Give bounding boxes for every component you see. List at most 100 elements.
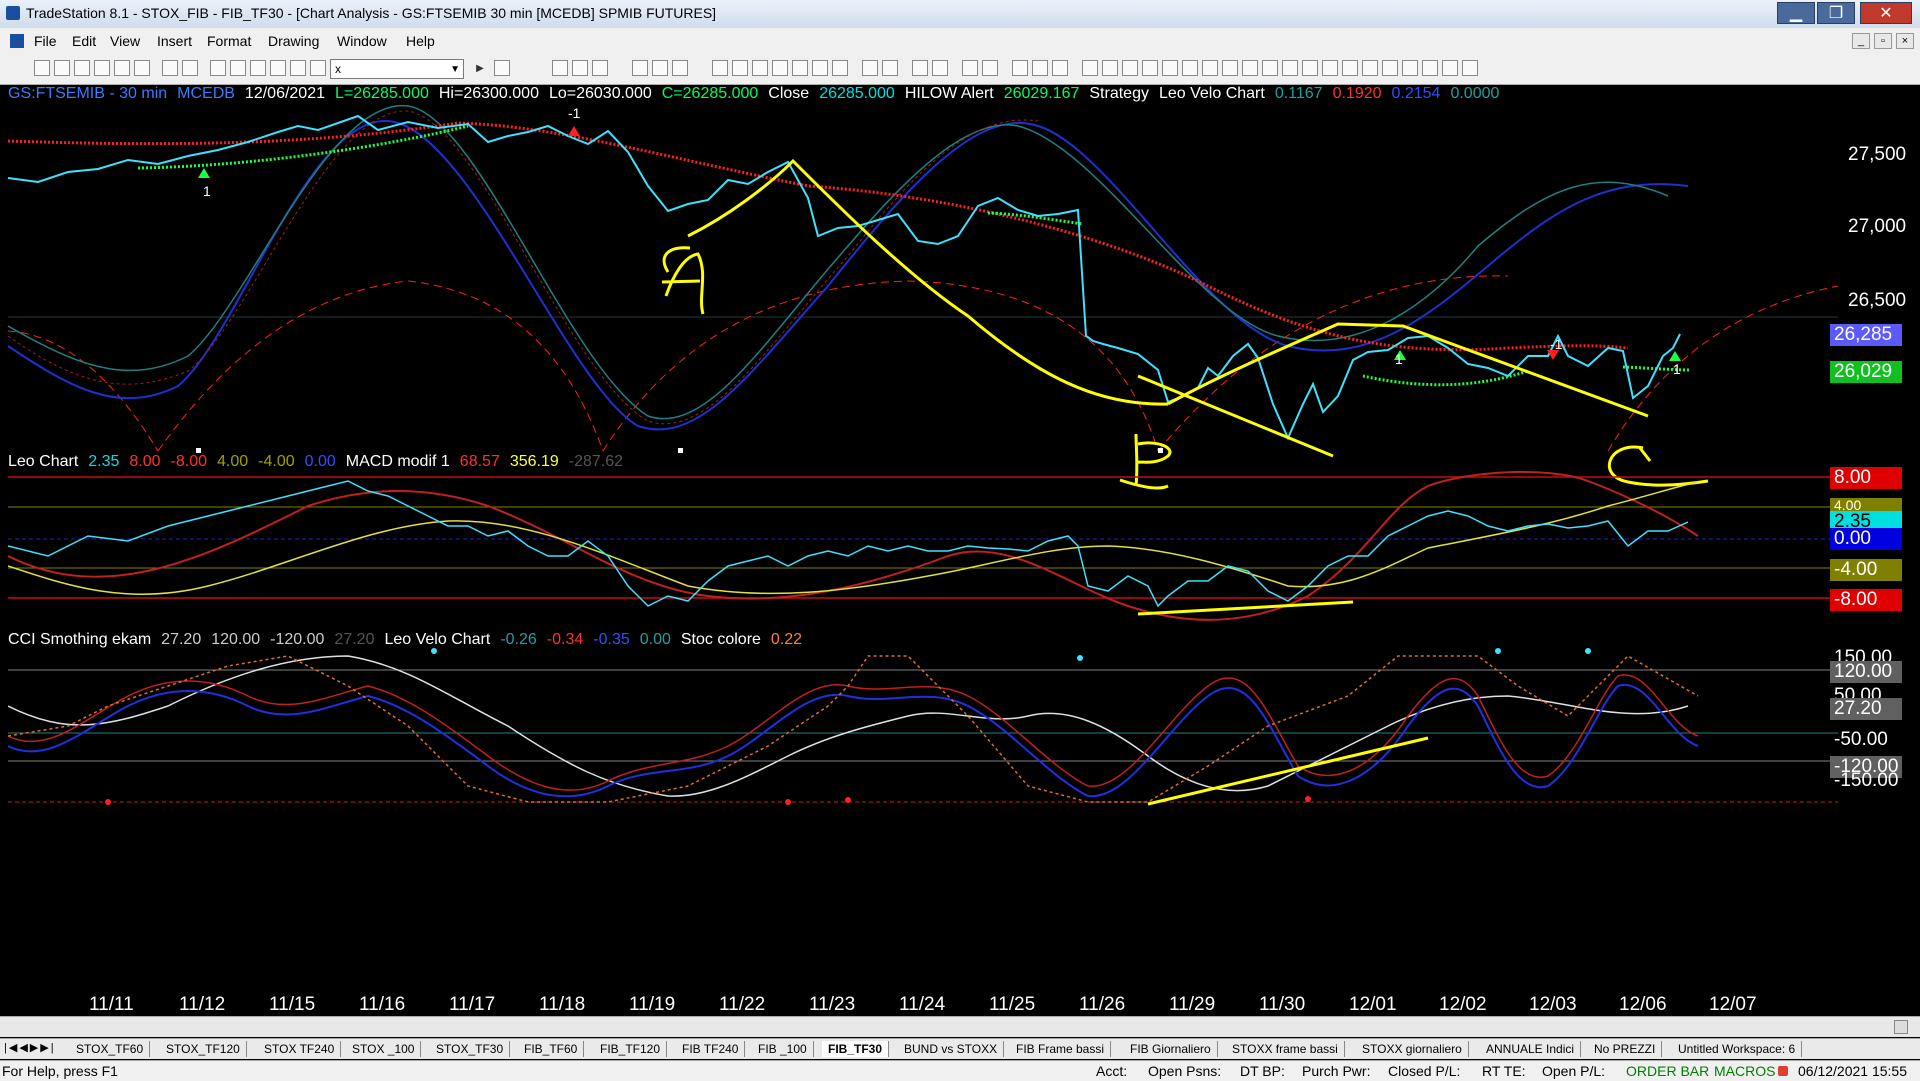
scroll-right-icon[interactable] (882, 60, 898, 76)
go-arrow-icon[interactable]: ▶ (472, 60, 488, 76)
menu-edit[interactable]: Edit (72, 33, 96, 49)
fan-icon[interactable] (1282, 60, 1298, 76)
chart-window-icon[interactable] (10, 34, 24, 48)
tab-fib-tf60[interactable]: FIB_TF60 (518, 1041, 585, 1057)
link-icon[interactable] (270, 60, 286, 76)
chart-icon[interactable] (310, 60, 326, 76)
line-chart-icon[interactable] (572, 60, 588, 76)
bar-spacing-icon[interactable] (862, 60, 878, 76)
save-workspace-icon[interactable] (114, 60, 130, 76)
key-icon[interactable] (250, 60, 266, 76)
channel-icon[interactable] (1162, 60, 1178, 76)
maximize-button[interactable]: ❐ (1817, 2, 1855, 24)
tab-stox-tf240[interactable]: STOX TF240 (258, 1041, 342, 1057)
menu-view[interactable]: View (110, 33, 140, 49)
strategy-icon[interactable] (652, 60, 668, 76)
tab-fib-giornaliero[interactable]: FIB Giornaliero (1124, 1041, 1218, 1057)
horizontal-line-icon[interactable] (1122, 60, 1138, 76)
close-button[interactable]: ✕ (1860, 2, 1912, 24)
tab-fib-frame-bassi[interactable]: FIB Frame bassi (1010, 1041, 1112, 1057)
macros-toggle[interactable]: MACROS (1714, 1063, 1775, 1079)
new-icon[interactable] (34, 60, 50, 76)
tab-stox-tf120[interactable]: STOX_TF120 (160, 1041, 247, 1057)
globe-icon[interactable] (290, 60, 306, 76)
tab-stoxx-frame-bassi[interactable]: STOXX frame bassi (1226, 1041, 1345, 1057)
andrews-icon[interactable] (1242, 60, 1258, 76)
tab-nav-arrows[interactable]: |◀◀▶▶| (4, 1041, 56, 1054)
text-label-icon[interactable] (1462, 60, 1478, 76)
scroll-thumb[interactable] (1894, 1020, 1908, 1034)
bar-chart-icon[interactable] (552, 60, 568, 76)
chart-analysis-window[interactable]: -1 1 -1 1 1 GS:FTSEMIB - 30 min MCEDB 12/0… (8, 85, 1914, 1016)
indicator-icon[interactable] (632, 60, 648, 76)
save-icon[interactable] (74, 60, 90, 76)
horizontal-scrollbar[interactable] (0, 1016, 1920, 1037)
ellipse-icon[interactable] (1422, 60, 1438, 76)
analysis-icon[interactable] (672, 60, 688, 76)
menu-file[interactable]: File (34, 33, 57, 49)
level2-icon[interactable] (832, 60, 848, 76)
trendline-icon[interactable] (1082, 60, 1098, 76)
mdi-restore-button[interactable]: ▫ (1874, 33, 1892, 49)
ray-icon[interactable] (1102, 60, 1118, 76)
text-icon[interactable] (1342, 60, 1358, 76)
time-sales-icon[interactable] (812, 60, 828, 76)
new-workspace-icon[interactable] (94, 60, 110, 76)
cycle-icon[interactable] (1322, 60, 1338, 76)
pointer-icon[interactable] (962, 60, 978, 76)
candle-chart-icon[interactable] (592, 60, 608, 76)
menu-format[interactable]: Format (207, 33, 251, 49)
arc-icon[interactable] (1262, 60, 1278, 76)
info-value: Strategy (1089, 85, 1149, 102)
mdi-minimize-button[interactable]: _ (1852, 33, 1870, 49)
fibonacci-icon[interactable] (1182, 60, 1198, 76)
tab-stox-tf30[interactable]: STOX_TF30 (430, 1041, 511, 1057)
speed-lines-icon[interactable] (1222, 60, 1238, 76)
tab-stoxx-giornaliero[interactable]: STOXX giornaliero (1356, 1041, 1469, 1057)
find-icon[interactable] (494, 60, 510, 76)
tab-no-prezzi[interactable]: No PREZZI (1588, 1041, 1663, 1057)
tab-fib-tf240[interactable]: FIB TF240 (676, 1041, 746, 1057)
lock-icon[interactable] (134, 60, 150, 76)
chart-canvas[interactable]: -1 1 -1 1 1 (8, 86, 1914, 1016)
tools-icon[interactable] (1012, 60, 1028, 76)
tab-fib-100[interactable]: FIB _100 (752, 1041, 814, 1057)
down-arrow-icon[interactable] (1382, 60, 1398, 76)
matrix-icon[interactable] (732, 60, 748, 76)
order-bar-toggle[interactable]: ORDER BAR (1626, 1063, 1709, 1079)
menu-insert[interactable]: Insert (157, 33, 192, 49)
print-preview-icon[interactable] (182, 60, 198, 76)
tab-stox-tf60[interactable]: STOX_TF60 (70, 1041, 151, 1057)
tab-fib-tf120[interactable]: FIB_TF120 (594, 1041, 668, 1057)
zoom-out-icon[interactable] (932, 60, 948, 76)
rectangle-icon[interactable] (1442, 60, 1458, 76)
up-arrow-icon[interactable] (1402, 60, 1418, 76)
tab-fib-tf30[interactable]: FIB_TF30 (822, 1041, 890, 1057)
menu-drawing[interactable]: Drawing (268, 33, 319, 49)
tile-icon[interactable] (230, 60, 246, 76)
crosshair-icon[interactable] (982, 60, 998, 76)
refresh-icon[interactable] (1052, 60, 1068, 76)
open-icon[interactable] (54, 60, 70, 76)
tab-stox-100[interactable]: STOX _100 (346, 1041, 422, 1057)
window-icon[interactable] (210, 60, 226, 76)
menu-help[interactable]: Help (406, 33, 435, 49)
hotlist-icon[interactable] (772, 60, 788, 76)
tab-annuale-indici[interactable]: ANNUALE Indici (1480, 1041, 1582, 1057)
zoom-in-icon[interactable] (912, 60, 928, 76)
radar-icon[interactable] (752, 60, 768, 76)
tab-untitled-workspace[interactable]: Untitled Workspace: 6 (1672, 1041, 1803, 1057)
regression-icon[interactable] (1302, 60, 1318, 76)
options-icon[interactable] (1032, 60, 1048, 76)
vertical-line-icon[interactable] (1142, 60, 1158, 76)
gann-icon[interactable] (1202, 60, 1218, 76)
tick-icon[interactable] (792, 60, 808, 76)
data-window-icon[interactable] (712, 60, 728, 76)
print-icon[interactable] (162, 60, 178, 76)
pencil-icon[interactable] (1362, 60, 1378, 76)
minimize-button[interactable]: ▁ (1777, 2, 1815, 24)
tab-bund-vs-stoxx[interactable]: BUND vs STOXX (898, 1041, 1005, 1057)
symbol-combo[interactable]: x ▼ (330, 59, 464, 79)
menu-window[interactable]: Window (337, 33, 387, 49)
mdi-close-button[interactable]: × (1896, 33, 1914, 49)
